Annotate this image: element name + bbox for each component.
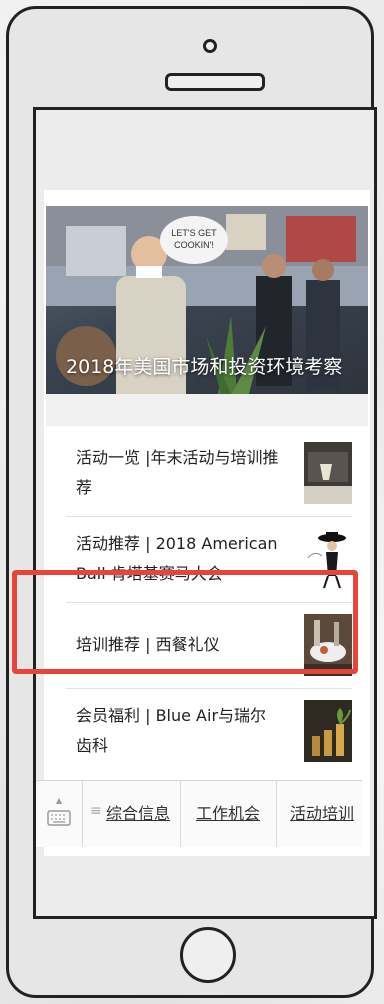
front-camera (203, 39, 217, 53)
article-thumbnail (304, 700, 352, 762)
svg-text:▲: ▲ (56, 796, 63, 805)
tab-divider (276, 781, 277, 847)
tab-events-training[interactable]: 活动培训 (290, 799, 354, 829)
article-item[interactable]: 活动一览 |年末活动与培训推荐 (66, 430, 352, 517)
earpiece-speaker (165, 73, 265, 91)
menu-icon: ≡ (90, 803, 102, 819)
article-thumbnail (304, 442, 352, 504)
bottom-menu-bar: ▲ ≡ 综合信息 工作机会 活动培训 (36, 780, 362, 847)
keyboard-toggle-button[interactable]: ▲ (36, 781, 83, 847)
hero-sign-text-2: COOKIN'! (174, 240, 214, 250)
hero-caption: 2018年美国市场和投资环境考察 (66, 356, 343, 378)
highlight-box (12, 570, 358, 674)
article-title: 活动一览 |年末活动与培训推荐 (76, 448, 279, 497)
hero-image: LET'S GET COOKIN'! (46, 206, 368, 426)
hero-sign-text-1: LET'S GET (171, 228, 217, 238)
tab-job-opportunities[interactable]: 工作机会 (196, 799, 260, 829)
tab-divider (180, 781, 181, 847)
hero-article-card[interactable]: LET'S GET COOKIN'! 2018年美国市场和投资环境考察 (46, 206, 368, 426)
home-button[interactable] (180, 927, 236, 983)
phone-frame: LET'S GET COOKIN'! 2018年美国市场和投资环境考察 活动一览… (6, 6, 377, 998)
tab-general-info[interactable]: 综合信息 (106, 799, 170, 829)
article-title: 会员福利 | Blue Air与瑞尔齿科 (76, 706, 267, 755)
keyboard-icon: ▲ (47, 796, 71, 826)
article-item[interactable]: 会员福利 | Blue Air与瑞尔齿科 (66, 688, 352, 774)
wechat-article-feed: LET'S GET COOKIN'! 2018年美国市场和投资环境考察 活动一览… (44, 190, 370, 856)
